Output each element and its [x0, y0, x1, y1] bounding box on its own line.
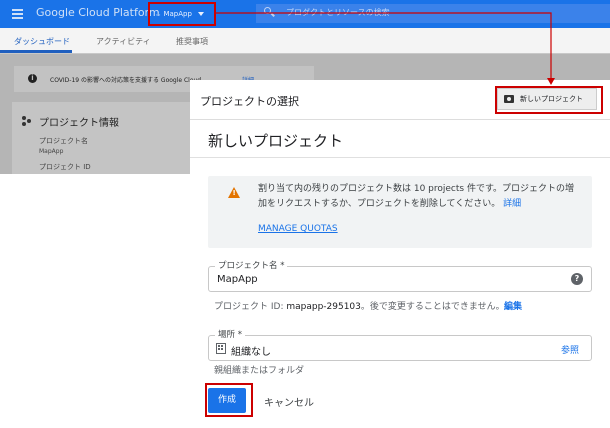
connector-arrow [216, 12, 555, 85]
